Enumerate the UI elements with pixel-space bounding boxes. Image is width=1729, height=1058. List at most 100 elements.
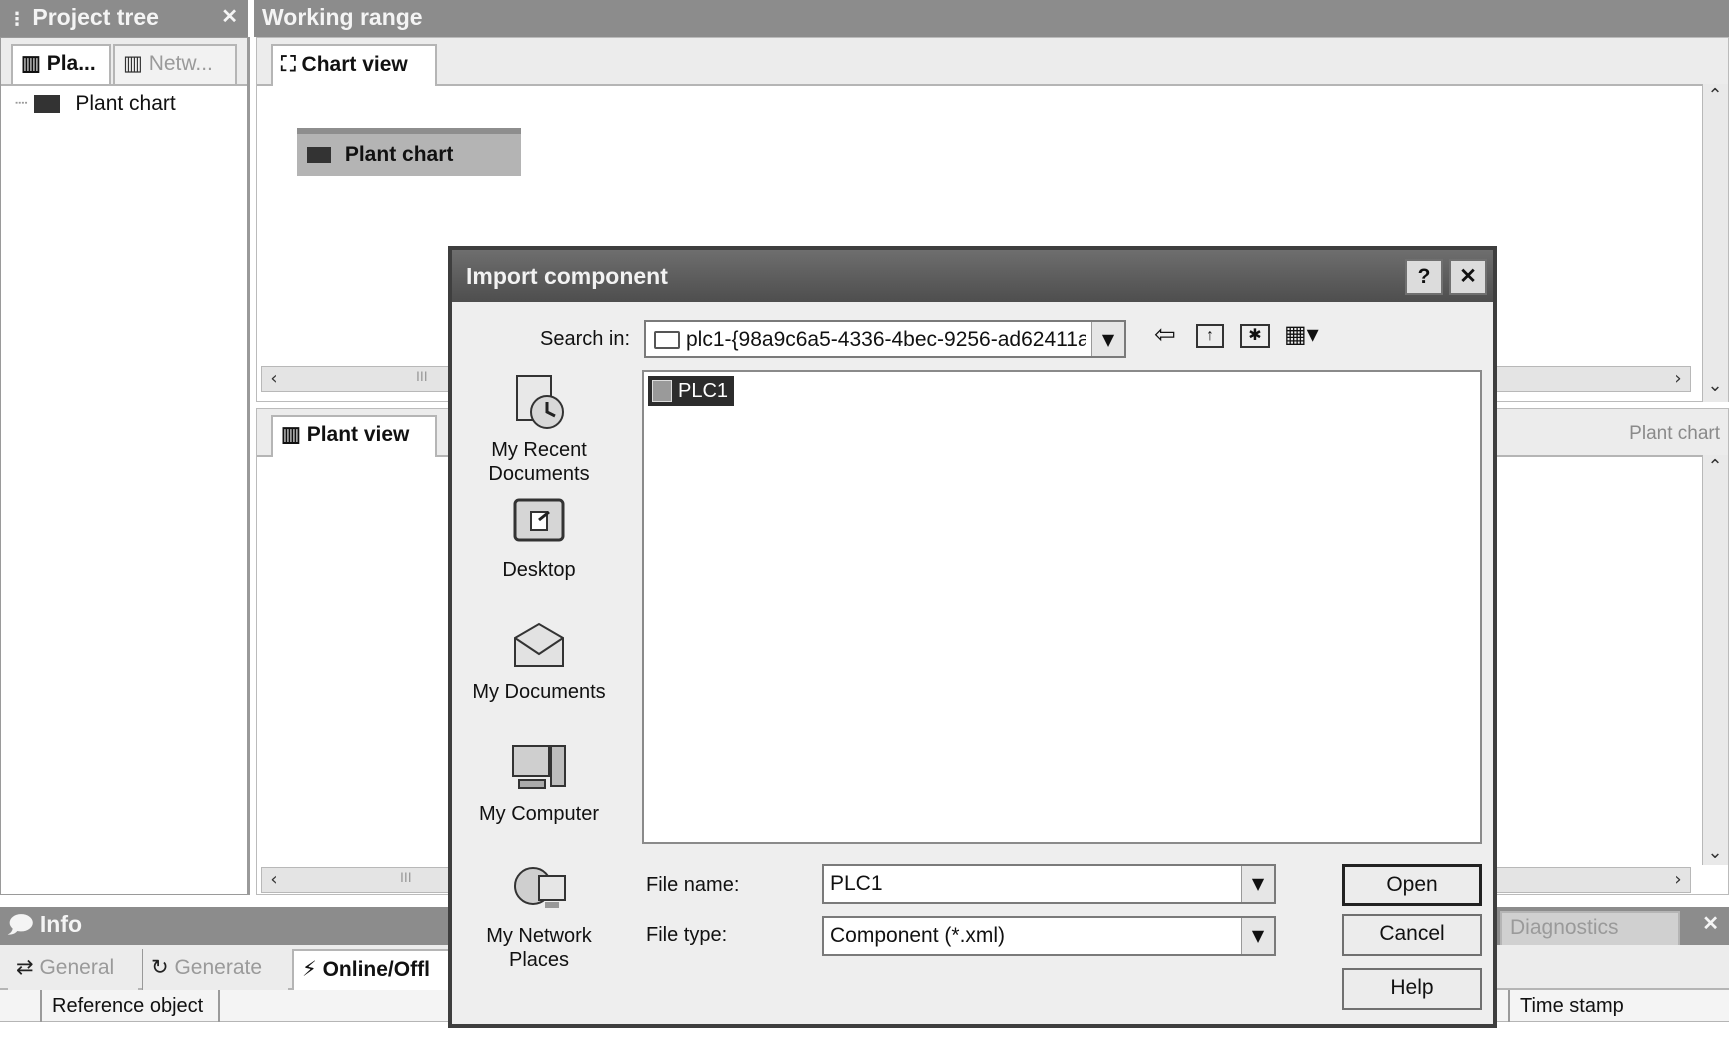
project-tree-panel: ▥ Pla... ▥ Netw... ┈ Plant chart bbox=[0, 37, 250, 895]
plant-view-label: Plant view bbox=[306, 423, 410, 446]
place-label: My Computer bbox=[478, 803, 600, 825]
file-list[interactable]: PLC1 bbox=[642, 370, 1482, 844]
desktop-icon bbox=[513, 498, 565, 542]
tab-diagnostics[interactable]: Diagnostics bbox=[1500, 911, 1680, 945]
recent-documents-icon bbox=[516, 375, 564, 429]
new-folder-icon[interactable]: ✱ bbox=[1240, 324, 1270, 348]
my-documents-icon bbox=[514, 622, 564, 667]
general-label: General bbox=[39, 956, 115, 979]
scroll-down-icon[interactable]: ⌄ bbox=[1703, 841, 1727, 865]
plant-chart-icon bbox=[307, 147, 331, 164]
scroll-down-icon[interactable]: ⌄ bbox=[1703, 374, 1727, 398]
dialog-title: Import component bbox=[466, 263, 668, 289]
scroll-grip[interactable]: III bbox=[400, 869, 412, 885]
place-my-documents[interactable]: My Documents bbox=[464, 618, 614, 704]
place-label: My Documents bbox=[472, 681, 606, 703]
file-name-input[interactable]: PLC1 ▼ bbox=[822, 864, 1276, 904]
working-range-title: Working range bbox=[262, 4, 423, 30]
place-my-computer[interactable]: My Computer bbox=[464, 740, 614, 826]
place-my-network-places[interactable]: My Network Places bbox=[464, 862, 614, 972]
file-type-value: Component (*.xml) bbox=[830, 924, 1006, 947]
chart-vertical-scrollbar[interactable]: ⌃ ⌄ bbox=[1702, 84, 1728, 402]
close-icon[interactable]: ✕ bbox=[1702, 907, 1719, 941]
place-label: Places bbox=[508, 949, 570, 971]
reference-object-label: Reference object bbox=[52, 995, 204, 1017]
chevron-down-icon[interactable]: ▼ bbox=[1091, 322, 1124, 356]
tab-chart-view[interactable]: ⛶ Chart view bbox=[271, 44, 437, 86]
scroll-left-icon[interactable]: ‹ bbox=[262, 868, 286, 892]
place-label: My Network bbox=[486, 925, 592, 947]
tab-online-offline[interactable]: ⚡ Online/Offl bbox=[292, 949, 452, 990]
search-in-label: Search in: bbox=[540, 328, 631, 350]
up-folder-icon[interactable]: ↑ bbox=[1196, 324, 1224, 348]
column-reference-object[interactable]: Reference object bbox=[40, 990, 220, 1022]
project-tree-title: Project tree bbox=[32, 4, 159, 30]
chart-view-label: Chart view bbox=[301, 53, 408, 76]
file-item-name: PLC1 bbox=[678, 380, 729, 402]
network-icon: ▥ bbox=[123, 52, 143, 75]
working-range-header: Working range bbox=[254, 0, 1729, 37]
plant-chart-icon bbox=[33, 95, 60, 114]
help-icon[interactable]: ? bbox=[1405, 259, 1443, 295]
import-component-dialog: Import component ? ✕ Search in: plc1-{98… bbox=[448, 246, 1497, 1028]
network-places-icon bbox=[514, 867, 566, 908]
place-label: Documents bbox=[488, 463, 590, 485]
scroll-grip[interactable]: III bbox=[416, 368, 428, 384]
close-icon[interactable]: ✕ bbox=[221, 0, 238, 34]
generate-label: Generate bbox=[174, 956, 263, 979]
file-icon bbox=[652, 380, 672, 402]
help-button[interactable]: Help bbox=[1342, 968, 1482, 1010]
my-computer-icon bbox=[512, 745, 566, 789]
scroll-right-icon[interactable]: › bbox=[1666, 367, 1690, 391]
chevron-down-icon[interactable]: ▼ bbox=[1241, 918, 1274, 954]
file-type-select[interactable]: Component (*.xml) ▼ bbox=[822, 916, 1276, 956]
plug-icon: ⚡ bbox=[302, 957, 317, 981]
scroll-up-icon[interactable]: ⌃ bbox=[1703, 84, 1727, 108]
plant-vertical-scrollbar[interactable]: ⌃ ⌄ bbox=[1702, 455, 1728, 865]
tree-icon: ⋮ bbox=[8, 9, 26, 30]
chart-view-icon: ⛶ bbox=[281, 52, 296, 76]
column-time-stamp[interactable]: Time stamp bbox=[1508, 990, 1729, 1022]
file-type-label: File type: bbox=[646, 924, 728, 946]
folder-icon bbox=[654, 331, 680, 349]
scroll-up-icon[interactable]: ⌃ bbox=[1703, 455, 1727, 479]
info-icon: 🗩 bbox=[8, 912, 34, 938]
open-button[interactable]: Open bbox=[1342, 864, 1482, 906]
chevron-down-icon[interactable]: ▼ bbox=[1241, 866, 1274, 902]
online-offline-label: Online/Offl bbox=[322, 958, 430, 981]
diagnostics-label: Diagnostics bbox=[1510, 916, 1619, 939]
search-in-value: plc1-{98a9c6a5-4336-4bec-9256-ad62411a6 bbox=[686, 328, 1086, 351]
time-stamp-label: Time stamp bbox=[1520, 995, 1624, 1017]
dialog-titlebar: Import component ? ✕ bbox=[452, 250, 1493, 302]
search-in-dropdown[interactable]: plc1-{98a9c6a5-4336-4bec-9256-ad62411a6 … bbox=[644, 320, 1126, 358]
scroll-right-icon[interactable]: › bbox=[1666, 868, 1690, 892]
chart-node-plant-chart[interactable]: Plant chart bbox=[297, 128, 521, 176]
tree-item-label: Plant chart bbox=[75, 92, 176, 115]
cancel-button[interactable]: Cancel bbox=[1342, 914, 1482, 956]
close-icon[interactable]: ✕ bbox=[1449, 259, 1487, 295]
plant-icon: ▥ bbox=[21, 52, 41, 75]
back-arrow-icon[interactable]: ⇦ bbox=[1154, 320, 1176, 350]
file-name-value: PLC1 bbox=[830, 872, 883, 895]
plant-icon: ▥ bbox=[281, 423, 301, 446]
refresh-icon: ↻ bbox=[151, 955, 169, 979]
file-name-label: File name: bbox=[646, 874, 740, 896]
tree-item-plant-chart[interactable]: ┈ Plant chart bbox=[15, 90, 176, 118]
place-desktop[interactable]: Desktop bbox=[464, 496, 614, 582]
view-menu-icon[interactable]: ▦▾ bbox=[1284, 320, 1319, 348]
place-label: My Recent bbox=[491, 439, 587, 461]
plant-chart-path-label: Plant chart bbox=[1629, 423, 1720, 444]
tab-general[interactable]: ⇄ General bbox=[8, 949, 138, 990]
scroll-left-icon[interactable]: ‹ bbox=[262, 367, 286, 391]
tab-generate[interactable]: ↻ Generate bbox=[142, 949, 288, 990]
tab-plant-label: Pla... bbox=[46, 52, 96, 75]
tab-plant-view[interactable]: ▥ Plant view bbox=[271, 415, 437, 457]
tab-network-label: Netw... bbox=[148, 52, 213, 75]
place-label: Desktop bbox=[502, 559, 576, 581]
place-my-recent-documents[interactable]: My Recent Documents bbox=[464, 372, 614, 486]
tab-network[interactable]: ▥ Netw... bbox=[113, 44, 237, 84]
tab-plant[interactable]: ▥ Pla... bbox=[11, 44, 111, 84]
file-item[interactable]: PLC1 bbox=[648, 376, 735, 406]
info-title: Info bbox=[39, 911, 83, 937]
chart-node-label: Plant chart bbox=[344, 143, 454, 166]
